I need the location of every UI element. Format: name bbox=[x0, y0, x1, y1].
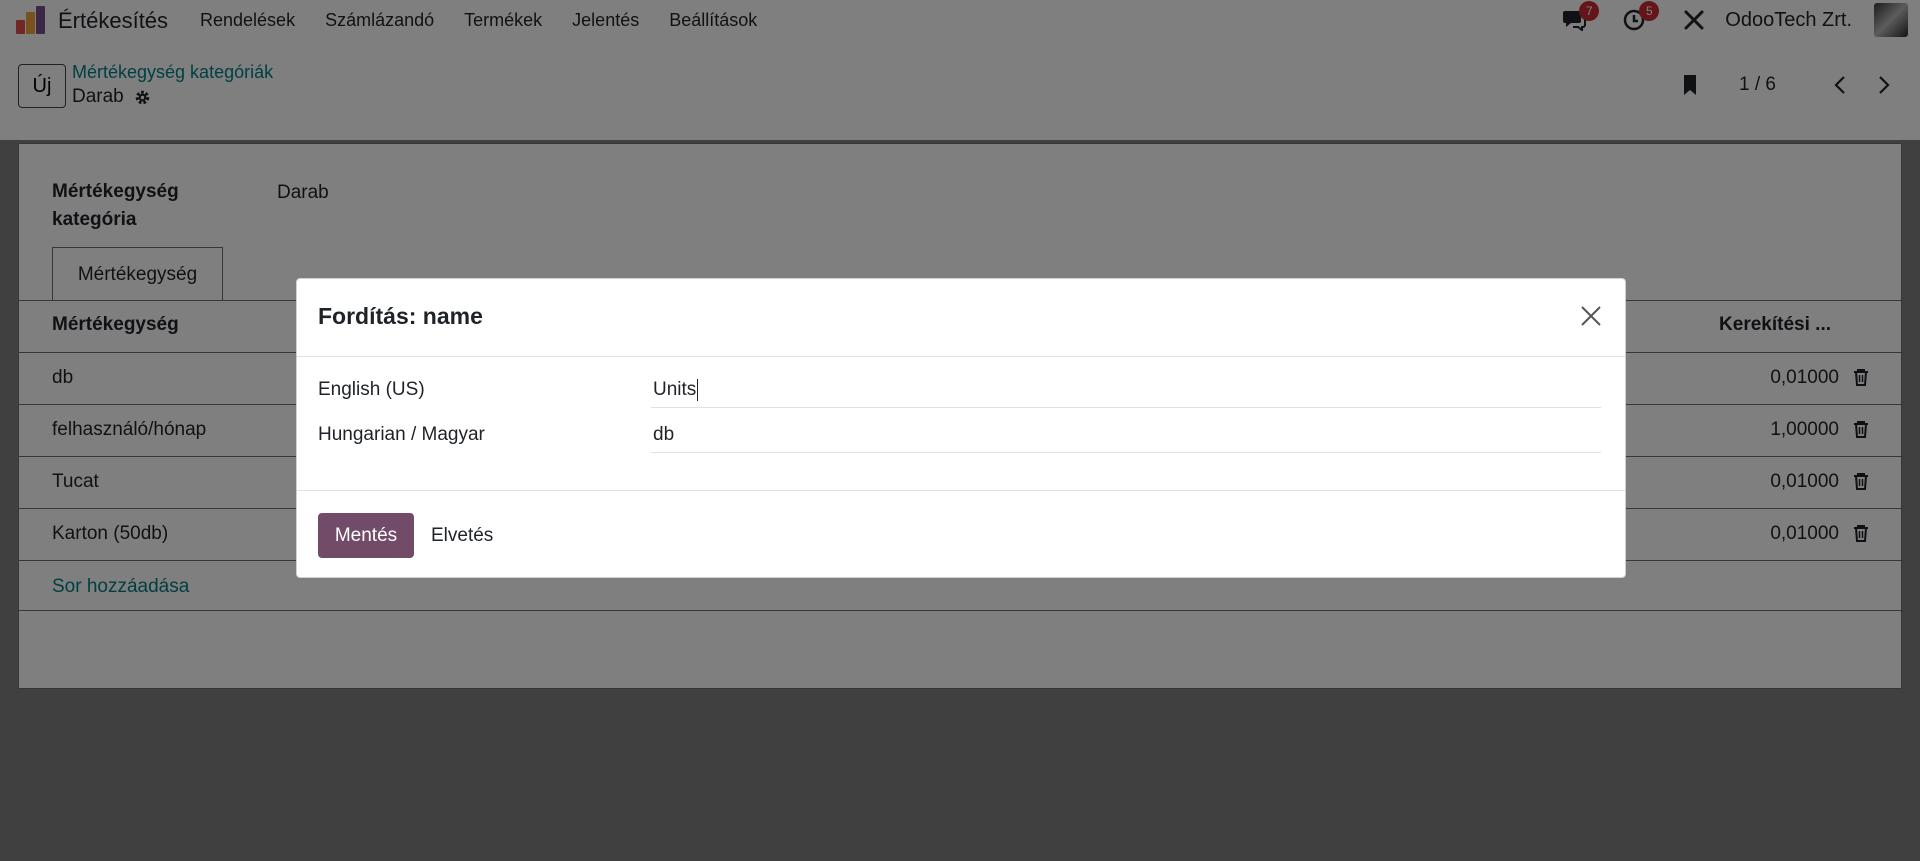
translation-input-english[interactable] bbox=[651, 372, 1601, 408]
dialog-header: Fordítás: name bbox=[297, 279, 1625, 357]
dialog-body: English (US) Hungarian / Magyar bbox=[297, 357, 1625, 491]
close-icon[interactable] bbox=[1577, 302, 1605, 330]
dialog-title: Fordítás: name bbox=[318, 303, 483, 329]
discard-button[interactable]: Elvetés bbox=[431, 513, 493, 558]
text-caret bbox=[697, 379, 698, 401]
translation-input-hungarian[interactable] bbox=[651, 417, 1601, 453]
save-button[interactable]: Mentés bbox=[318, 513, 414, 558]
language-label-hungarian: Hungarian / Magyar bbox=[318, 424, 485, 445]
dialog-footer: Mentés Elvetés bbox=[297, 491, 1625, 579]
translation-dialog: Fordítás: name English (US) Hungarian / … bbox=[296, 278, 1626, 578]
language-label-english: English (US) bbox=[318, 379, 425, 400]
